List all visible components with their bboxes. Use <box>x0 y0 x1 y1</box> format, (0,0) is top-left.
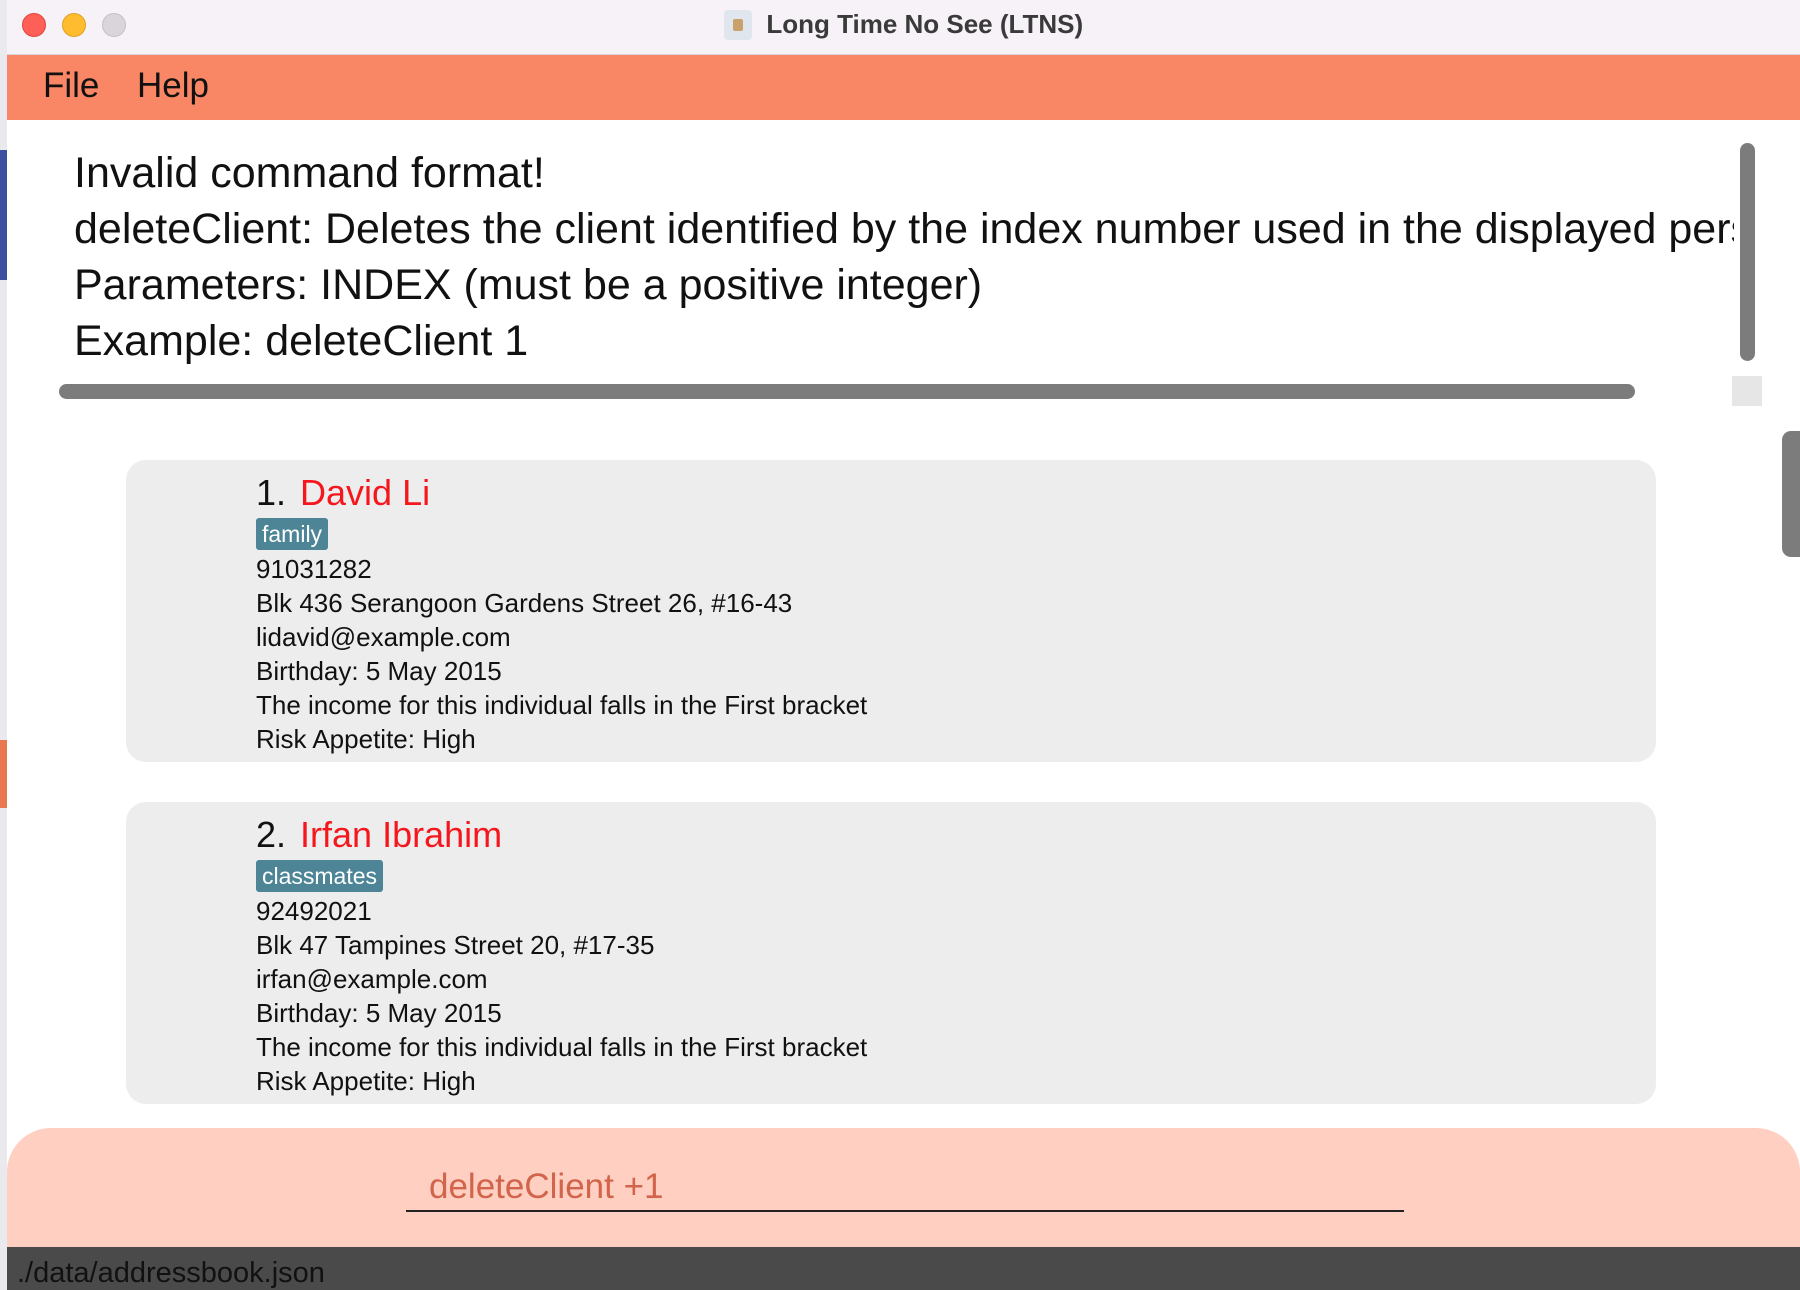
client-list-scrollbar[interactable] <box>1782 431 1800 557</box>
client-name: Irfan Ibrahim <box>300 814 503 855</box>
window-title: Long Time No See (LTNS) <box>766 9 1084 39</box>
result-display: Invalid command format! deleteClient: De… <box>7 121 1800 421</box>
client-index: 2. <box>256 814 287 855</box>
client-birthday: Birthday: 5 May 2015 <box>256 656 502 686</box>
client-name: David Li <box>300 472 431 513</box>
app-icon <box>723 9 752 40</box>
client-email: irfan@example.com <box>256 964 488 994</box>
client-address: Blk 47 Tampines Street 20, #17-35 <box>256 930 655 960</box>
app-window: Long Time No See (LTNS) File Help Invali… <box>7 0 1800 1290</box>
client-index: 1. <box>256 472 287 513</box>
result-line: deleteClient: Deletes the client identif… <box>74 205 1734 253</box>
client-tag: classmates <box>256 860 384 892</box>
client-income: The income for this individual falls in … <box>256 1032 868 1062</box>
result-line: Invalid command format! <box>74 149 545 197</box>
result-line: Example: deleteClient 1 <box>74 317 529 365</box>
client-list: 1. David Li family 91031282 Blk 436 Seran… <box>7 421 1800 1129</box>
client-card[interactable]: 2. Irfan Ibrahim classmates 92492021 Blk … <box>126 802 1656 1104</box>
result-line: Parameters: INDEX (must be a positive in… <box>74 261 983 309</box>
background-window-edge <box>0 0 7 1290</box>
menu-file[interactable]: File <box>43 66 99 106</box>
client-risk: Risk Appetite: High <box>256 1066 476 1096</box>
command-box <box>7 1128 1800 1256</box>
client-email: lidavid@example.com <box>256 622 511 652</box>
scroll-corner <box>1732 376 1762 406</box>
client-birthday: Birthday: 5 May 2015 <box>256 998 502 1028</box>
client-card[interactable]: 1. David Li family 91031282 Blk 436 Seran… <box>126 460 1656 762</box>
command-input[interactable] <box>406 1164 1404 1212</box>
client-risk: Risk Appetite: High <box>256 724 476 754</box>
client-address: Blk 436 Serangoon Gardens Street 26, #16… <box>256 588 793 618</box>
result-text: Invalid command format! deleteClient: De… <box>74 145 1734 369</box>
menu-help[interactable]: Help <box>137 66 209 106</box>
client-phone: 92492021 <box>256 896 372 926</box>
data-file-path: ./data/addressbook.json <box>17 1257 325 1289</box>
result-horizontal-scrollbar[interactable] <box>59 384 1635 399</box>
menu-bar: File Help <box>7 55 1800 120</box>
title-bar: Long Time No See (LTNS) <box>7 0 1800 55</box>
client-phone: 91031282 <box>256 554 372 584</box>
status-bar: ./data/addressbook.json <box>7 1247 1800 1290</box>
result-vertical-scrollbar[interactable] <box>1740 143 1755 361</box>
client-income: The income for this individual falls in … <box>256 690 868 720</box>
client-tag: family <box>256 518 329 550</box>
